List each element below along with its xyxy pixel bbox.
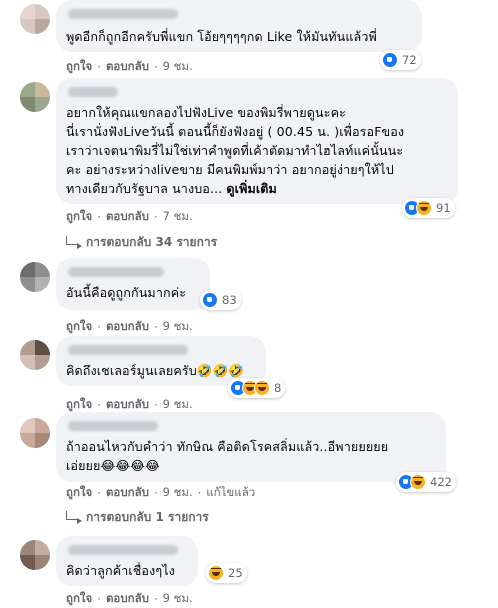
- like-button[interactable]: ถูกใจ: [66, 58, 92, 76]
- see-more-link[interactable]: ดูเพิ่มเติม: [226, 181, 277, 196]
- reply-button[interactable]: ตอบกลับ: [106, 590, 149, 608]
- comment-actions: ถูกใจ · ตอบกลับ · 9 ชม.: [66, 58, 193, 76]
- avatar[interactable]: [20, 418, 50, 448]
- view-replies-link[interactable]: การตอบกลับ 34 รายการ: [66, 233, 217, 252]
- comment-actions: ถูกใจ · ตอบกลับ · 9 ชม. · แก้ไขแล้ว: [66, 484, 256, 502]
- reply-arrow-icon: [66, 511, 82, 524]
- reaction-summary[interactable]: 25: [206, 563, 247, 583]
- comment-text: ถ้าออนไหวกับคำว่า ทักษิณ คือติดโรคสลิ่มแ…: [66, 439, 389, 473]
- avatar[interactable]: [20, 540, 50, 570]
- like-icon: [202, 292, 218, 308]
- comment-bubble: คิดว่าลูกค้าเชื่องๆไง: [56, 536, 198, 586]
- timestamp[interactable]: 9 ชม.: [163, 590, 193, 608]
- like-button[interactable]: ถูกใจ: [66, 484, 92, 502]
- comment-actions: ถูกใจ · ตอบกลับ · 9 ชม.: [66, 590, 193, 608]
- haha-icon: [208, 565, 224, 581]
- commenter-name-redacted[interactable]: [68, 267, 164, 277]
- avatar[interactable]: [20, 82, 50, 112]
- commenter-name-redacted[interactable]: [68, 9, 178, 19]
- like-button[interactable]: ถูกใจ: [66, 318, 92, 336]
- view-replies-link[interactable]: การตอบกลับ 1 รายการ: [66, 508, 209, 527]
- reaction-summary[interactable]: 72: [380, 50, 421, 70]
- commenter-name-redacted[interactable]: [68, 545, 178, 555]
- comment-text: คิดว่าลูกค้าเชื่องๆไง: [66, 563, 175, 578]
- like-button[interactable]: ถูกใจ: [66, 590, 92, 608]
- avatar[interactable]: [20, 340, 50, 370]
- like-button[interactable]: ถูกใจ: [66, 208, 92, 226]
- comment-actions: ถูกใจ · ตอบกลับ · 9 ชม.: [66, 318, 193, 336]
- timestamp[interactable]: 9 ชม.: [163, 318, 193, 336]
- comment-text: อันนี้คือดูถูกกันมากค่ะ: [66, 285, 187, 300]
- haha-icon: [254, 380, 270, 396]
- reaction-summary[interactable]: 83: [200, 290, 241, 310]
- comment-actions: ถูกใจ · ตอบกลับ · 7 ชม.: [66, 208, 193, 226]
- avatar[interactable]: [20, 262, 50, 292]
- timestamp[interactable]: 9 ชม.: [163, 58, 193, 76]
- reply-arrow-icon: [66, 236, 82, 249]
- comment-text: คิดถึงเชเลอร์มูนเลยครับ🤣🤣🤣: [66, 363, 245, 378]
- comment-bubble: อยากให้คุณแขกลองไปฟังLive ของพิมรี่พายดู…: [56, 78, 458, 204]
- reply-button[interactable]: ตอบกลับ: [106, 208, 149, 226]
- timestamp[interactable]: 7 ชม.: [163, 208, 193, 226]
- edited-label[interactable]: แก้ไขแล้ว: [206, 484, 255, 502]
- haha-icon: [416, 200, 432, 216]
- commenter-name-redacted[interactable]: [68, 87, 118, 97]
- avatar[interactable]: [20, 4, 50, 34]
- reply-button[interactable]: ตอบกลับ: [106, 58, 149, 76]
- reaction-summary[interactable]: 422: [396, 472, 456, 492]
- reaction-summary[interactable]: 8: [228, 378, 286, 398]
- timestamp[interactable]: 9 ชม.: [163, 484, 193, 502]
- reply-button[interactable]: ตอบกลับ: [106, 318, 149, 336]
- like-icon: [382, 52, 398, 68]
- commenter-name-redacted[interactable]: [68, 345, 188, 355]
- comment-bubble: อันนี้คือดูถูกกันมากค่ะ: [56, 258, 210, 310]
- comment-bubble: ถ้าออนไหวกับคำว่า ทักษิณ คือติดโรคสลิ่มแ…: [56, 412, 446, 482]
- reply-button[interactable]: ตอบกลับ: [106, 484, 149, 502]
- haha-icon: [410, 474, 426, 490]
- commenter-name-redacted[interactable]: [68, 421, 158, 431]
- comment-text-holder: พูดอีกก็ถูกอีกครับพี่แขก โอ้ยๆๆๆๆกด Like…: [66, 29, 377, 44]
- reaction-summary[interactable]: 91: [402, 198, 455, 218]
